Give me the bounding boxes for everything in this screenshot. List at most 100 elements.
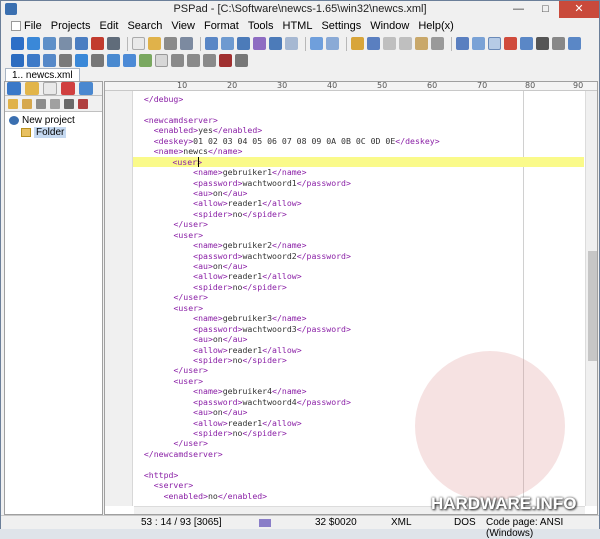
remove-icon[interactable] (50, 98, 60, 109)
code-line[interactable]: <password>wachtwoord1</password> (134, 178, 584, 188)
globe-icon[interactable] (139, 54, 152, 67)
properties-icon[interactable] (64, 98, 74, 109)
bookmark-icon[interactable] (285, 37, 298, 50)
search-icon[interactable] (205, 37, 218, 50)
undo-icon[interactable] (367, 37, 380, 50)
document-icon[interactable] (310, 37, 323, 50)
code-line[interactable]: <user> (134, 303, 584, 313)
code-line[interactable]: <spider>no</spider> (134, 209, 584, 219)
open-folder-icon[interactable] (148, 37, 161, 50)
close-button[interactable]: ✕ (559, 1, 599, 18)
code-line[interactable]: <user> (134, 230, 584, 240)
copy-icon[interactable] (326, 37, 339, 50)
indent-icon[interactable] (472, 37, 485, 50)
code-line[interactable]: <name>gebruiker1</name> (134, 167, 584, 177)
menu-search[interactable]: Search (123, 20, 167, 32)
menu-tools[interactable]: Tools (244, 20, 279, 32)
more-tools-icon[interactable] (568, 37, 581, 50)
code-line[interactable]: <au>on</au> (134, 188, 584, 198)
print-icon[interactable] (75, 37, 88, 50)
highlight-icon[interactable] (351, 37, 364, 50)
code-line[interactable]: <name>gebruiker3</name> (134, 313, 584, 323)
files-tab-icon[interactable] (25, 82, 39, 95)
menu-file[interactable]: File (7, 20, 47, 32)
xml-icon[interactable] (107, 54, 120, 67)
color-picker-icon[interactable] (504, 37, 517, 50)
maximize-button[interactable]: □ (532, 1, 559, 18)
code-line[interactable]: </user> (134, 292, 584, 302)
paste-icon[interactable] (415, 37, 428, 50)
chevron-down-icon[interactable] (552, 37, 565, 50)
code-line[interactable]: <name>newcs</name> (134, 146, 584, 156)
open-project-icon[interactable] (8, 98, 18, 109)
code-line[interactable]: <allow>reader1</allow> (134, 271, 584, 281)
bold-icon[interactable] (11, 54, 24, 67)
browser-icon[interactable] (75, 54, 88, 67)
find-next-icon[interactable] (221, 37, 234, 50)
code-line[interactable]: <user> (133, 156, 584, 168)
open-file-icon[interactable] (27, 37, 40, 50)
google-icon[interactable] (155, 54, 168, 67)
stop-icon[interactable] (219, 54, 232, 67)
code-line[interactable]: <allow>reader1</allow> (134, 198, 584, 208)
projects-tab-icon[interactable] (7, 82, 21, 95)
minimize-button[interactable]: — (505, 1, 532, 18)
code-line[interactable]: </debug> (134, 94, 584, 104)
save-icon[interactable] (43, 37, 56, 50)
code-line[interactable]: <au>on</au> (134, 261, 584, 271)
tree-project[interactable]: New project (9, 114, 98, 126)
code-line[interactable]: <name>gebruiker2</name> (134, 240, 584, 250)
copy-text-icon[interactable] (399, 37, 412, 50)
code-line[interactable]: <allow>reader1</allow> (134, 345, 584, 355)
code-explorer-icon[interactable] (253, 37, 266, 50)
extra-icon[interactable] (235, 54, 248, 67)
code-line[interactable]: <deskey>01 02 03 04 05 06 07 08 09 0A 0B… (134, 136, 584, 146)
new-file-icon[interactable] (11, 37, 24, 50)
menu-projects[interactable]: Projects (47, 20, 96, 32)
menu-html[interactable]: HTML (279, 20, 318, 32)
code-line[interactable]: <enabled>yes</enabled> (134, 125, 584, 135)
menu-help[interactable]: Help(x) (414, 20, 458, 32)
tree-folder[interactable]: Folder (9, 126, 98, 138)
code-line[interactable]: <password>wachtwoord2</password> (134, 251, 584, 261)
goto-line-icon[interactable] (269, 37, 282, 50)
code-explorer-tab-icon[interactable] (79, 82, 93, 95)
word-wrap-icon[interactable] (488, 37, 501, 50)
menu-window[interactable]: Window (366, 20, 414, 32)
code-line[interactable]: <au>on</au> (134, 334, 584, 344)
save-all-icon[interactable] (59, 37, 72, 50)
cut-icon[interactable] (383, 37, 396, 50)
add-file-icon[interactable] (36, 98, 46, 109)
vertical-scrollbar[interactable] (585, 91, 597, 506)
disk-icon[interactable] (164, 37, 177, 50)
image-icon[interactable] (59, 54, 72, 67)
record-icon[interactable] (187, 54, 200, 67)
underline-icon[interactable] (43, 54, 56, 67)
menu-edit[interactable]: Edit (95, 20, 123, 32)
code-line[interactable]: <spider>no</spider> (134, 282, 584, 292)
ftp-icon[interactable] (107, 37, 120, 50)
list-icon[interactable] (456, 37, 469, 50)
open-files-tab-icon[interactable] (43, 82, 57, 95)
code-line[interactable] (134, 104, 584, 114)
settings-icon[interactable] (78, 98, 88, 109)
charset-icon[interactable] (536, 37, 549, 50)
code-line[interactable]: </user> (134, 219, 584, 229)
vertical-scroll-thumb[interactable] (588, 251, 597, 361)
macro-icon[interactable] (171, 54, 184, 67)
spell-check-icon[interactable] (520, 37, 533, 50)
line-gutter[interactable] (105, 91, 133, 506)
new-document-icon[interactable] (132, 37, 145, 50)
italic-icon[interactable] (27, 54, 40, 67)
new-folder-icon[interactable] (22, 98, 32, 109)
status-syntax[interactable]: XML (391, 517, 412, 528)
tools-icon[interactable] (91, 54, 104, 67)
menu-settings[interactable]: Settings (317, 20, 366, 32)
ie-icon[interactable] (123, 54, 136, 67)
favorites-tab-icon[interactable] (61, 82, 75, 95)
delete-icon[interactable] (431, 37, 444, 50)
print-document-icon[interactable] (180, 37, 193, 50)
play-icon[interactable] (203, 54, 216, 67)
status-line-format[interactable]: DOS (454, 517, 476, 528)
status-codepage[interactable]: Code page: ANSI (Windows) (486, 517, 599, 539)
